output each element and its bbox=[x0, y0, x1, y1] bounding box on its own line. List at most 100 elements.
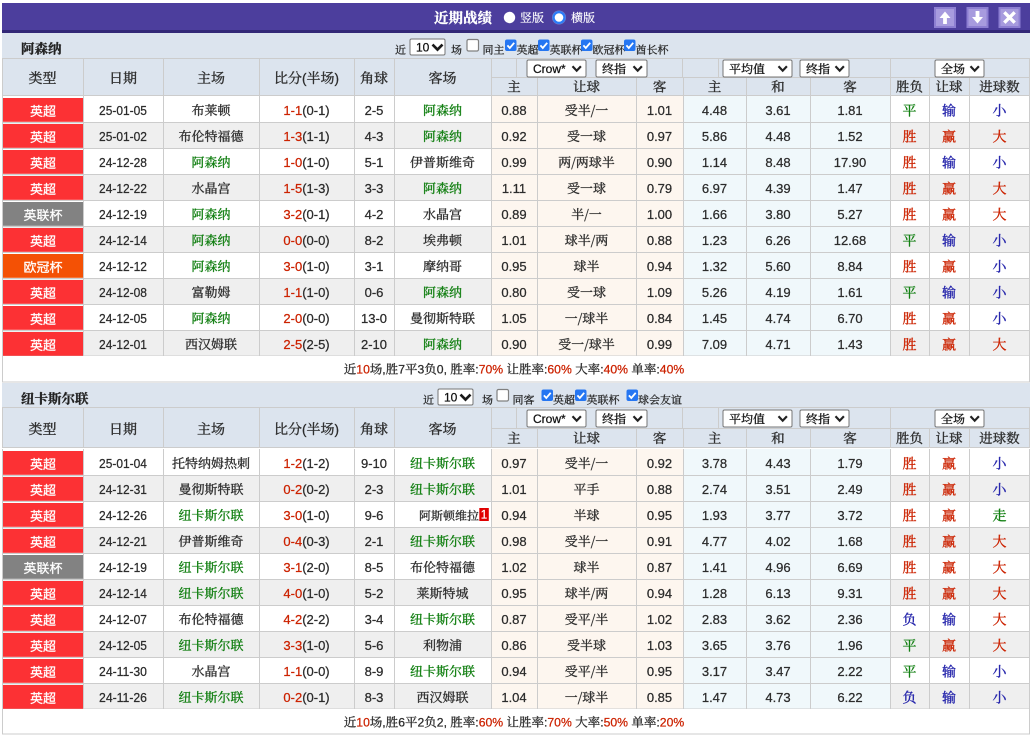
svg-text:3.77: 3.77 bbox=[765, 508, 790, 523]
svg-text:1.66: 1.66 bbox=[702, 207, 727, 222]
svg-text:3.47: 3.47 bbox=[765, 664, 790, 679]
svg-text:8-3: 8-3 bbox=[365, 690, 384, 705]
svg-text:3-3: 3-3 bbox=[283, 638, 302, 653]
svg-text:7: 7 bbox=[398, 363, 405, 377]
svg-text:1.93: 1.93 bbox=[702, 508, 727, 523]
svg-text:(0-0): (0-0) bbox=[302, 311, 329, 326]
svg-text:0.91: 0.91 bbox=[647, 534, 672, 549]
svg-text:4.96: 4.96 bbox=[765, 560, 790, 575]
svg-text:4.48: 4.48 bbox=[702, 103, 727, 118]
svg-text:6.69: 6.69 bbox=[837, 560, 862, 575]
svg-text:1-3: 1-3 bbox=[283, 129, 302, 144]
svg-text:Crow*: Crow* bbox=[533, 62, 566, 76]
svg-text:24-12-26: 24-12-26 bbox=[99, 508, 147, 523]
svg-text:1.01: 1.01 bbox=[501, 233, 526, 248]
svg-text:1.11: 1.11 bbox=[502, 181, 526, 196]
svg-text:1.01: 1.01 bbox=[647, 103, 672, 118]
svg-text:(0-0): (0-0) bbox=[302, 233, 329, 248]
svg-text:4.71: 4.71 bbox=[765, 337, 790, 352]
svg-text:1.00: 1.00 bbox=[647, 207, 672, 222]
svg-text:50%: 50% bbox=[604, 716, 629, 730]
svg-text:3-0: 3-0 bbox=[283, 259, 302, 274]
svg-text:0-2: 0-2 bbox=[283, 690, 302, 705]
svg-text:8-5: 8-5 bbox=[365, 560, 384, 575]
svg-text:1-0: 1-0 bbox=[283, 155, 302, 170]
svg-text:1.05: 1.05 bbox=[501, 311, 526, 326]
svg-text:0.89: 0.89 bbox=[501, 207, 526, 222]
svg-text:0.98: 0.98 bbox=[501, 534, 526, 549]
svg-text:0.86: 0.86 bbox=[501, 638, 526, 653]
svg-text:1-5: 1-5 bbox=[283, 181, 302, 196]
svg-text:(1-2): (1-2) bbox=[302, 456, 329, 471]
svg-text:0-0: 0-0 bbox=[283, 233, 302, 248]
svg-text:(0-1): (0-1) bbox=[302, 690, 329, 705]
svg-text:4.39: 4.39 bbox=[765, 181, 790, 196]
svg-text:10: 10 bbox=[356, 363, 370, 377]
svg-text:24-11-30: 24-11-30 bbox=[99, 664, 147, 679]
svg-text:5.60: 5.60 bbox=[765, 259, 790, 274]
svg-text:,: , bbox=[382, 716, 385, 730]
svg-text:2.49: 2.49 bbox=[837, 482, 862, 497]
svg-text:0.95: 0.95 bbox=[501, 586, 526, 601]
svg-text:2.22: 2.22 bbox=[837, 664, 862, 679]
svg-text:4.19: 4.19 bbox=[765, 285, 790, 300]
svg-text:0.88: 0.88 bbox=[647, 482, 672, 497]
svg-text:1.32: 1.32 bbox=[702, 259, 727, 274]
svg-text:2.74: 2.74 bbox=[702, 482, 727, 497]
svg-text:6.26: 6.26 bbox=[765, 233, 790, 248]
svg-text:1.47: 1.47 bbox=[702, 690, 727, 705]
svg-text:24-12-14: 24-12-14 bbox=[99, 586, 147, 601]
svg-text:3-4: 3-4 bbox=[365, 612, 384, 627]
svg-text:9-10: 9-10 bbox=[361, 456, 387, 471]
svg-text:0.84: 0.84 bbox=[647, 311, 672, 326]
svg-text:4.48: 4.48 bbox=[765, 129, 790, 144]
svg-text:1-1: 1-1 bbox=[283, 664, 302, 679]
svg-text:): ) bbox=[335, 71, 340, 86]
svg-text:1.04: 1.04 bbox=[501, 690, 526, 705]
svg-text:24-12-28: 24-12-28 bbox=[99, 155, 147, 170]
svg-text:(: ( bbox=[302, 71, 307, 86]
svg-text:0-4: 0-4 bbox=[283, 534, 302, 549]
svg-text:0.79: 0.79 bbox=[647, 181, 672, 196]
svg-text:0.99: 0.99 bbox=[501, 155, 526, 170]
svg-text:1-1: 1-1 bbox=[283, 285, 302, 300]
svg-text:1.02: 1.02 bbox=[501, 560, 526, 575]
svg-text:24-12-21: 24-12-21 bbox=[99, 534, 147, 549]
svg-text:5.27: 5.27 bbox=[837, 207, 862, 222]
svg-text:0.92: 0.92 bbox=[501, 129, 526, 144]
svg-text:2-5: 2-5 bbox=[365, 103, 384, 118]
svg-text:1.45: 1.45 bbox=[702, 311, 727, 326]
svg-text:Crow*: Crow* bbox=[533, 412, 566, 426]
svg-text:0,: 0, bbox=[437, 363, 447, 377]
svg-text:2.83: 2.83 bbox=[702, 612, 727, 627]
svg-text:(1-0): (1-0) bbox=[302, 508, 329, 523]
svg-text:0.90: 0.90 bbox=[501, 337, 526, 352]
svg-text:(1-0): (1-0) bbox=[302, 259, 329, 274]
svg-text:6: 6 bbox=[398, 716, 405, 730]
svg-text:25-01-02: 25-01-02 bbox=[99, 129, 147, 144]
svg-text:40%: 40% bbox=[604, 363, 629, 377]
svg-text:3-3: 3-3 bbox=[365, 181, 384, 196]
svg-text:4-2: 4-2 bbox=[283, 612, 302, 627]
svg-text:2-3: 2-3 bbox=[365, 482, 384, 497]
svg-text:2-0: 2-0 bbox=[283, 311, 302, 326]
svg-text:70%: 70% bbox=[479, 363, 504, 377]
svg-text:0.92: 0.92 bbox=[647, 456, 672, 471]
svg-text:3.61: 3.61 bbox=[765, 103, 790, 118]
svg-text:0.88: 0.88 bbox=[501, 103, 526, 118]
svg-text:5-1: 5-1 bbox=[365, 155, 384, 170]
svg-text:0.87: 0.87 bbox=[501, 612, 526, 627]
svg-text:10: 10 bbox=[416, 41, 430, 55]
svg-text:): ) bbox=[335, 422, 340, 437]
svg-text:5.86: 5.86 bbox=[702, 129, 727, 144]
svg-text:1.96: 1.96 bbox=[837, 638, 862, 653]
svg-text:0.94: 0.94 bbox=[501, 664, 526, 679]
svg-text:4-3: 4-3 bbox=[365, 129, 384, 144]
svg-text:6.70: 6.70 bbox=[837, 311, 862, 326]
svg-text:60%: 60% bbox=[547, 363, 572, 377]
svg-text:5-6: 5-6 bbox=[365, 638, 384, 653]
svg-text:12.68: 12.68 bbox=[834, 233, 867, 248]
svg-text:0.90: 0.90 bbox=[647, 155, 672, 170]
svg-text:2,: 2, bbox=[437, 716, 447, 730]
svg-text:3.80: 3.80 bbox=[765, 207, 790, 222]
